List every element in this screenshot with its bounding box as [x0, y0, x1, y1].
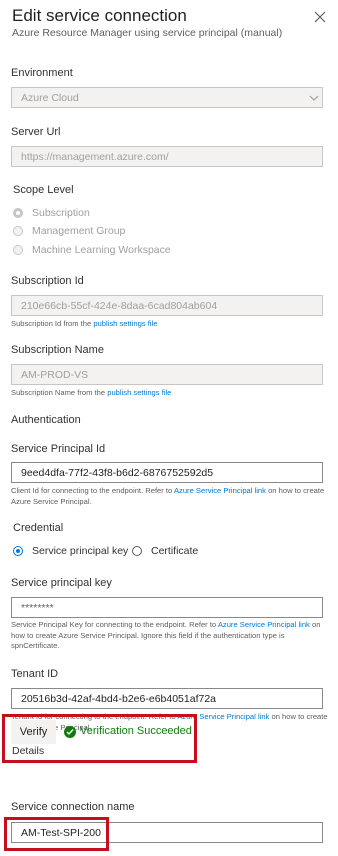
subscription-id-field: 210e66cb-55cf-424e-8daa-6cad804ab604	[11, 295, 323, 316]
publish-settings-link[interactable]: publish settings file	[107, 388, 171, 397]
scope-option-ml-workspace: Machine Learning Workspace	[32, 244, 171, 256]
connection-name-highlight-box	[4, 817, 109, 851]
authentication-heading: Authentication	[11, 414, 81, 426]
tenant-id-label: Tenant ID	[11, 668, 59, 680]
environment-select: Azure Cloud	[11, 87, 323, 108]
credential-radio-certificate[interactable]	[132, 546, 142, 556]
credential-option-key[interactable]: Service principal key	[32, 545, 128, 557]
chevron-down-icon	[309, 95, 319, 101]
subscription-name-help: Subscription Name from the publish setti…	[11, 388, 172, 397]
azure-service-principal-link[interactable]: Azure Service Principal link	[218, 620, 310, 629]
panel-title: Edit service connection	[12, 6, 187, 25]
environment-value: Azure Cloud	[21, 92, 79, 104]
panel-subtitle: Azure Resource Manager using service pri…	[12, 27, 283, 39]
connection-name-label: Service connection name	[11, 801, 135, 813]
service-principal-id-field[interactable]: 9eed4dfa-77f2-43f8-b6d2-6876752592d5	[11, 462, 323, 483]
service-principal-id-label: Service Principal Id	[11, 443, 106, 455]
service-principal-id-help: Client Id for connecting to the endpoint…	[11, 486, 325, 506]
credential-option-certificate[interactable]: Certificate	[151, 545, 198, 557]
subscription-name-label: Subscription Name	[11, 344, 104, 356]
service-principal-key-field[interactable]: ********	[11, 597, 323, 618]
scope-radio-ml-workspace	[13, 245, 23, 255]
server-url-field: https://management.azure.com/	[11, 146, 323, 167]
credential-label: Credential	[13, 522, 64, 534]
service-principal-key-label: Service principal key	[11, 577, 112, 589]
subscription-name-field: AM-PROD-VS	[11, 364, 323, 385]
publish-settings-link[interactable]: publish settings file	[93, 319, 157, 328]
credential-radio-key[interactable]	[13, 546, 23, 556]
close-icon[interactable]	[313, 10, 327, 24]
scope-option-subscription: Subscription	[32, 207, 90, 219]
scope-option-management-group: Management Group	[32, 225, 126, 237]
azure-service-principal-link[interactable]: Azure Service Principal link	[174, 486, 266, 495]
server-url-label: Server Url	[11, 126, 61, 138]
subscription-id-label: Subscription Id	[11, 275, 84, 287]
environment-label: Environment	[11, 67, 73, 79]
service-principal-key-help: Service Principal Key for connecting to …	[11, 620, 321, 650]
scope-radio-management-group	[13, 226, 23, 236]
tenant-id-field[interactable]: 20516b3d-42af-4bd4-b2e6-e6b4051af72a	[11, 688, 323, 709]
subscription-id-help: Subscription Id from the publish setting…	[11, 319, 158, 328]
verify-highlight-box	[2, 714, 197, 763]
scope-level-label: Scope Level	[13, 184, 74, 196]
scope-radio-subscription	[13, 208, 23, 218]
